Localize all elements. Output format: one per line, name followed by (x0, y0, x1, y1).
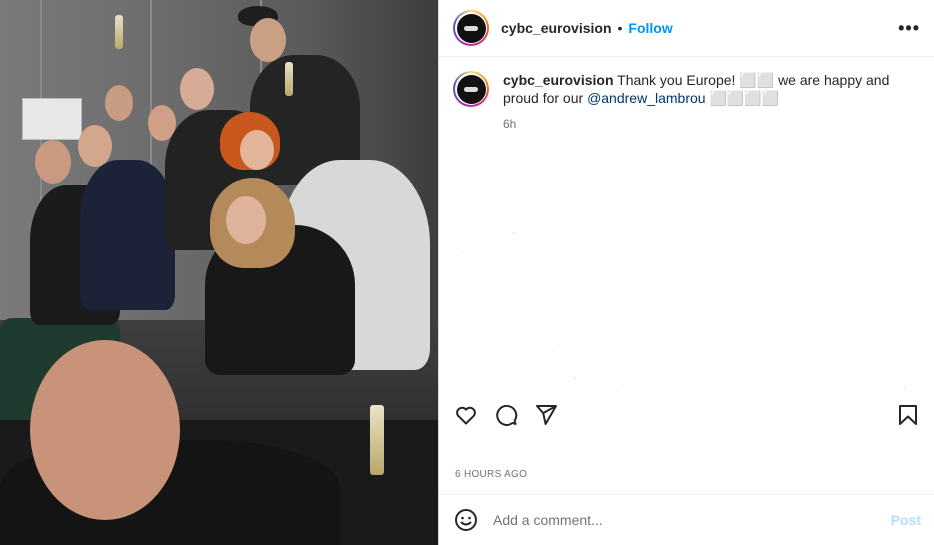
post-timestamp[interactable]: 6 HOURS AGO (455, 469, 527, 480)
action-bar (439, 398, 934, 432)
empty-comments-area (439, 220, 934, 390)
photo-bottle (115, 15, 123, 49)
caption-avatar[interactable] (453, 71, 489, 107)
photo-person (80, 160, 175, 310)
header-username[interactable]: cybc_eurovision (501, 20, 612, 36)
photo-bottle (285, 62, 293, 96)
avatar[interactable] (453, 10, 489, 46)
follow-button[interactable]: Follow (628, 20, 672, 36)
header-separator: • (617, 20, 623, 36)
heart-icon[interactable] (453, 402, 479, 428)
comment-bar: Add a comment... Post (439, 494, 934, 545)
post-comment-button[interactable]: Post (891, 512, 921, 528)
more-dots-icon[interactable]: ••• (898, 18, 920, 39)
photo-face (30, 340, 180, 520)
photo-face (180, 68, 214, 110)
photo-face (226, 196, 266, 244)
caption-time[interactable]: 6h (503, 115, 913, 133)
photo-face (78, 125, 112, 167)
photo-face (35, 140, 71, 184)
comment-icon[interactable] (493, 402, 519, 428)
photo-face (250, 18, 286, 62)
bookmark-icon[interactable] (895, 402, 921, 428)
caption-mention-link[interactable]: @andrew_lambrou (587, 90, 706, 106)
caption-username[interactable]: cybc_eurovision (503, 72, 614, 88)
post-side-panel: cybc_eurovision • Follow ••• cybc_eurovi… (438, 0, 934, 545)
post-header: cybc_eurovision • Follow ••• (439, 0, 934, 57)
photo-champagne-glass (370, 405, 384, 475)
photo-sign (22, 98, 82, 140)
caption-emoji: ⬜⬜⬜⬜ (705, 90, 780, 106)
paper-plane-icon[interactable] (533, 402, 559, 428)
caption: cybc_eurovision Thank you Europe! ⬜⬜ we … (439, 57, 934, 133)
smiley-icon[interactable] (453, 507, 479, 533)
comment-input[interactable]: Add a comment... (493, 512, 603, 528)
photo-face (105, 85, 133, 121)
photo-face (240, 130, 274, 170)
post-photo[interactable] (0, 0, 438, 545)
